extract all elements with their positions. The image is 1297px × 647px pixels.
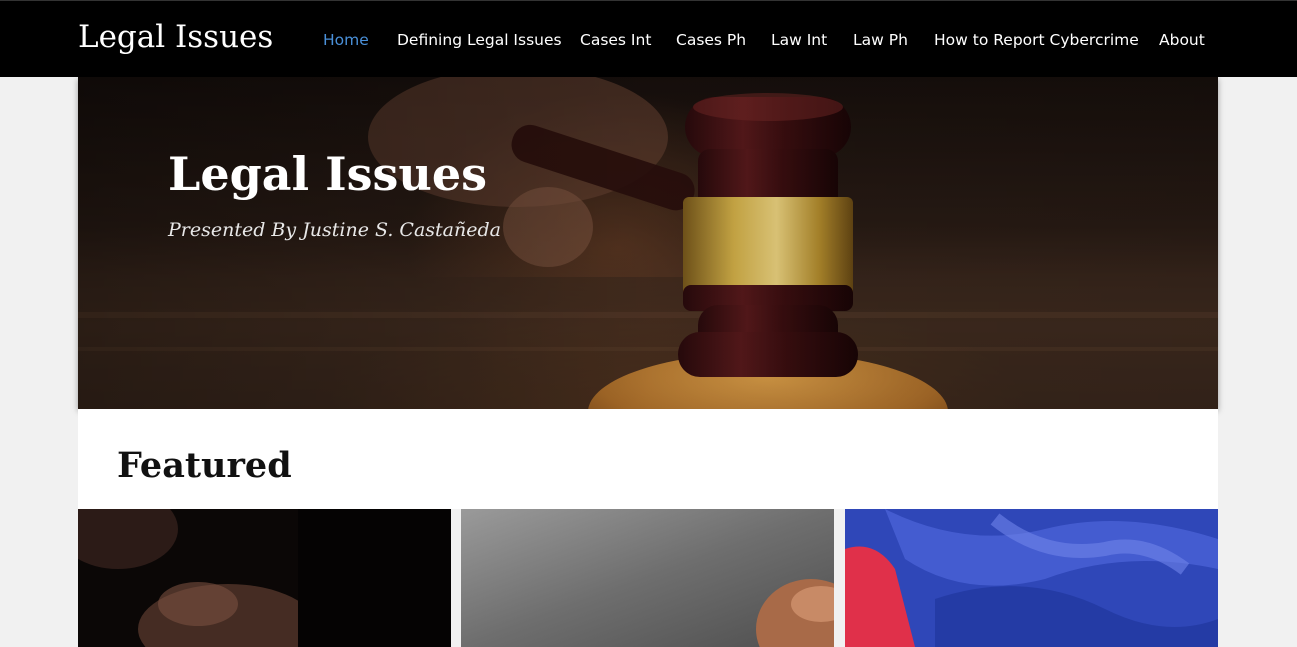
nav-item-law-int[interactable]: Law Int xyxy=(771,31,827,49)
hero-overlay xyxy=(78,77,1218,409)
nav-item-cases-int[interactable]: Cases Int xyxy=(580,31,651,49)
featured-image-1 xyxy=(78,509,451,647)
featured-card-3[interactable] xyxy=(845,509,1218,647)
nav-item-cases-ph[interactable]: Cases Ph xyxy=(676,31,746,49)
hero-title: Legal Issues xyxy=(168,147,487,201)
featured-image-3 xyxy=(845,509,1218,647)
nav-item-home[interactable]: Home xyxy=(323,31,369,49)
hero-banner: Legal Issues Presented By Justine S. Cas… xyxy=(78,77,1218,409)
nav-item-law-ph[interactable]: Law Ph xyxy=(853,31,908,49)
featured-image-2 xyxy=(461,509,834,647)
featured-card-2[interactable] xyxy=(461,509,834,647)
main-nav: Home Defining Legal Issues Cases Int Cas… xyxy=(0,31,1297,53)
featured-heading: Featured xyxy=(117,445,292,486)
nav-item-defining-legal-issues[interactable]: Defining Legal Issues xyxy=(397,31,562,49)
featured-section: Featured xyxy=(78,409,1218,509)
nav-item-about[interactable]: About xyxy=(1159,31,1205,49)
featured-card-1[interactable] xyxy=(78,509,451,647)
hero-subtitle: Presented By Justine S. Castañeda xyxy=(168,219,501,241)
top-navigation-bar: Legal Issues Home Defining Legal Issues … xyxy=(0,0,1297,77)
nav-item-report-cybercrime[interactable]: How to Report Cybercrime xyxy=(934,31,1139,49)
